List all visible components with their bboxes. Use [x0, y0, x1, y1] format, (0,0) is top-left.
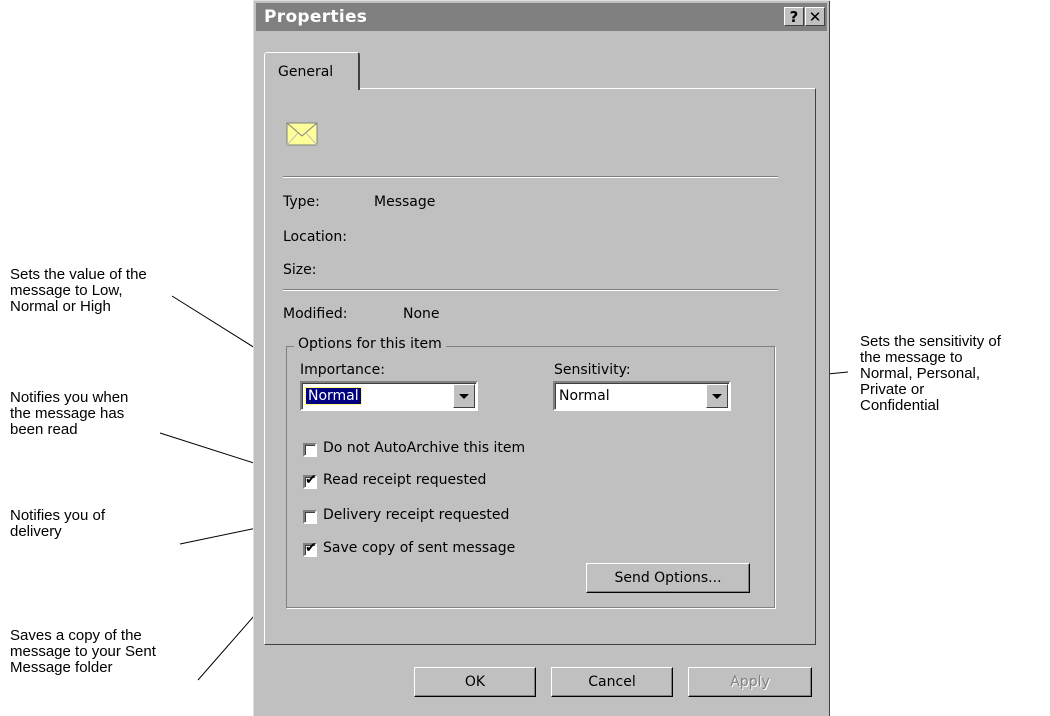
sensitivity-value: Normal — [559, 388, 610, 404]
importance-label: Importance: — [300, 362, 385, 378]
dialog-title: Properties — [264, 7, 368, 27]
delivery-receipt-label[interactable]: Delivery receipt requested — [323, 507, 509, 523]
send-options-button[interactable]: Send Options... — [586, 563, 750, 593]
callout-importance: Sets the value of the message to Low, No… — [10, 266, 147, 315]
importance-select[interactable]: Normal — [300, 381, 478, 411]
tab-general[interactable]: General — [264, 52, 360, 90]
tab-general-label: General — [278, 64, 334, 80]
apply-button[interactable]: Apply — [688, 667, 812, 697]
check-icon: ✔ — [305, 472, 317, 488]
envelope-icon — [286, 122, 318, 146]
help-button[interactable]: ? — [784, 7, 804, 26]
callout-delivery: Notifies you of delivery — [10, 507, 106, 540]
title-bar[interactable]: Properties ? ✕ — [256, 3, 827, 31]
callout-save-copy: Saves a copy of the message to your Sent… — [10, 627, 156, 676]
save-copy-checkbox[interactable]: ✔ — [303, 540, 317, 557]
importance-value: Normal — [305, 387, 362, 405]
type-value: Message — [374, 194, 436, 210]
options-group-title: Options for this item — [294, 336, 446, 352]
modified-label: Modified: — [283, 306, 348, 322]
sensitivity-label: Sensitivity: — [554, 362, 631, 378]
separator-top — [283, 176, 778, 178]
callout-sensitivity: Sets the sensitivity of the message to N… — [860, 333, 1001, 414]
cancel-button[interactable]: Cancel — [551, 667, 673, 697]
chevron-down-icon[interactable] — [706, 384, 728, 408]
check-icon: ✔ — [305, 540, 317, 556]
read-receipt-checkbox[interactable]: ✔ — [303, 472, 317, 489]
chevron-down-icon[interactable] — [453, 384, 475, 408]
size-label: Size: — [283, 262, 317, 278]
separator-middle — [283, 289, 778, 291]
close-button[interactable]: ✕ — [805, 7, 825, 26]
location-label: Location: — [283, 229, 347, 245]
type-label: Type: — [283, 194, 320, 210]
modified-value: None — [403, 306, 440, 322]
sensitivity-select[interactable]: Normal — [553, 381, 731, 411]
properties-dialog: Properties ? ✕ General Type: Message Loc… — [253, 0, 830, 716]
callout-read-receipt: Notifies you when the message has been r… — [10, 389, 129, 438]
read-receipt-label[interactable]: Read receipt requested — [323, 472, 486, 488]
ok-button[interactable]: OK — [414, 667, 536, 697]
autoarchive-checkbox[interactable] — [303, 443, 317, 457]
autoarchive-label[interactable]: Do not AutoArchive this item — [323, 440, 525, 456]
save-copy-label[interactable]: Save copy of sent message — [323, 540, 515, 556]
delivery-receipt-checkbox[interactable] — [303, 510, 317, 524]
